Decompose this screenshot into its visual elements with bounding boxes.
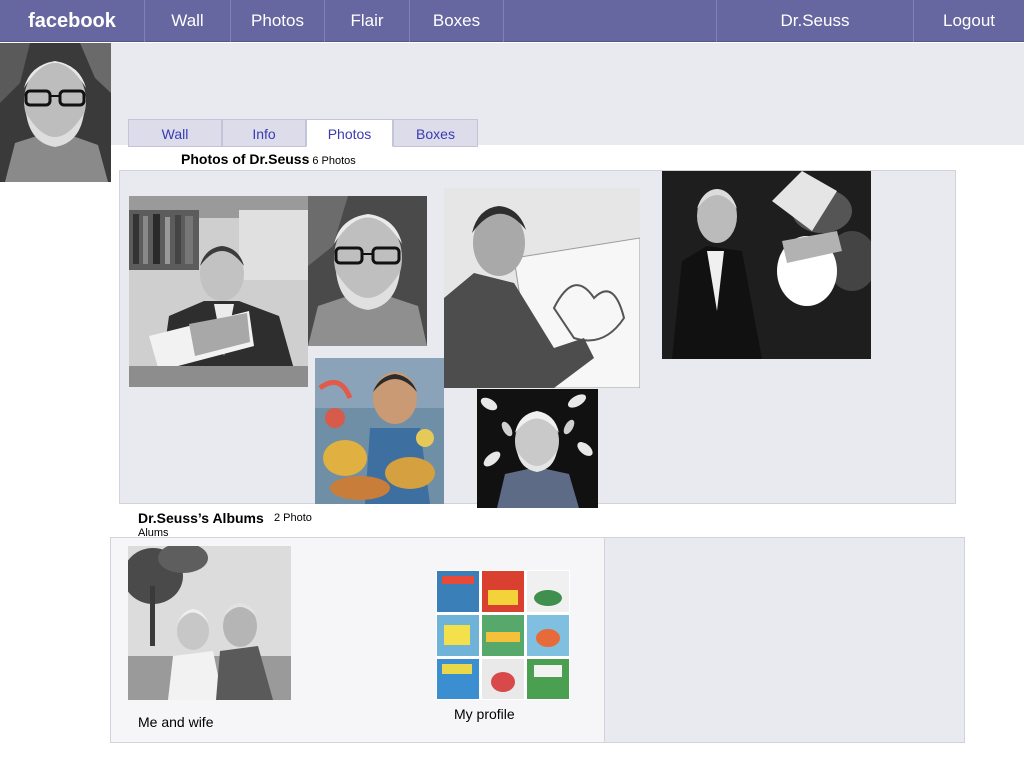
- photos-section-title: Photos of Dr.Seuss 6 Photos: [181, 151, 356, 167]
- tab-photos[interactable]: Photos: [306, 119, 393, 147]
- nav-photos[interactable]: Photos: [231, 0, 325, 42]
- tab-boxes[interactable]: Boxes: [393, 119, 478, 147]
- top-navigation-bar: facebook Wall Photos Flair Boxes Dr.Seus…: [0, 0, 1024, 42]
- nav-wall[interactable]: Wall: [145, 0, 231, 42]
- album-cover-me-and-wife[interactable]: [128, 546, 291, 700]
- nav-boxes[interactable]: Boxes: [410, 0, 504, 42]
- logout-button[interactable]: Logout: [914, 0, 1024, 42]
- photo-patterned-background[interactable]: [477, 389, 598, 508]
- profile-picture[interactable]: [0, 43, 111, 182]
- nav-flair[interactable]: Flair: [325, 0, 410, 42]
- photo-with-cat-in-hat[interactable]: [662, 171, 871, 359]
- photos-title-text: Photos of Dr.Seuss: [181, 151, 310, 167]
- album-caption-my-profile[interactable]: My profile: [454, 706, 515, 722]
- facebook-logo[interactable]: facebook: [0, 0, 145, 42]
- photos-count: 6 Photos: [312, 155, 356, 167]
- tab-wall[interactable]: Wall: [128, 119, 222, 147]
- photo-portrait-closeup[interactable]: [308, 196, 427, 346]
- user-profile-link[interactable]: Dr.Seuss: [716, 0, 914, 42]
- album-caption-me-and-wife[interactable]: Me and wife: [138, 714, 213, 730]
- photo-drawing-at-easel[interactable]: [444, 188, 640, 388]
- photo-reading-book[interactable]: [129, 196, 308, 387]
- photo-colorful-painting[interactable]: [315, 358, 444, 504]
- albums-section-title: Dr.Seuss’s Albums: [138, 510, 264, 526]
- albums-count-line1: 2 Photo: [274, 512, 312, 524]
- tab-info[interactable]: Info: [222, 119, 306, 147]
- album-cover-my-profile[interactable]: [436, 570, 570, 700]
